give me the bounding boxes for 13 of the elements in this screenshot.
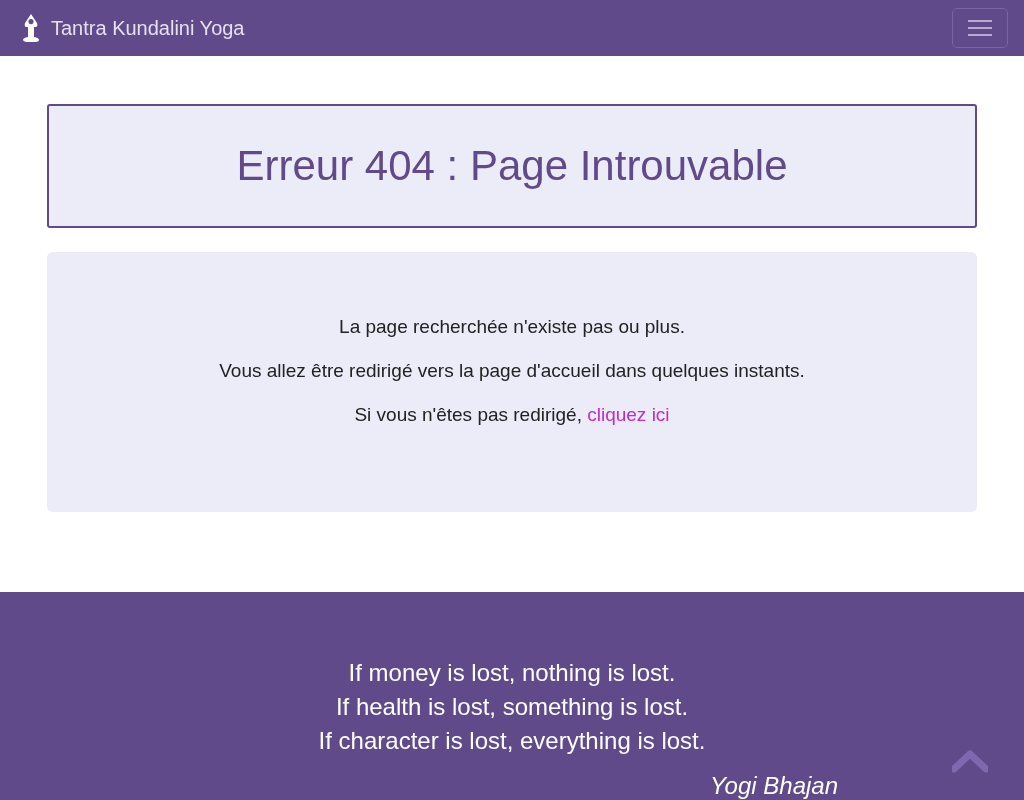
menu-icon [967,18,993,38]
error-title: Erreur 404 : Page Introuvable [236,142,788,190]
message-text: La page recherchée n'existe pas ou plus. [338,316,686,338]
brand-link[interactable]: Tantra Kundalini Yoga [22,13,245,43]
menu-button[interactable] [952,8,1008,48]
quote-line: If character is lost, everything is lost. [318,726,706,756]
redirect-text: Si vous n'êtes pas redirigé, cliquez ici [353,404,671,426]
quote-line: If money is lost, nothing is lost. [348,658,676,688]
meditation-figure-icon [22,13,40,43]
message-text: Vous allez être redirigé vers la page d'accueil dans quelques instants. [218,360,806,382]
quote-line: If health is lost, something is lost. [335,692,689,722]
quote-author: Yogi Bhajan [709,772,838,800]
redirect-link[interactable]: cliquez ici [587,404,670,425]
